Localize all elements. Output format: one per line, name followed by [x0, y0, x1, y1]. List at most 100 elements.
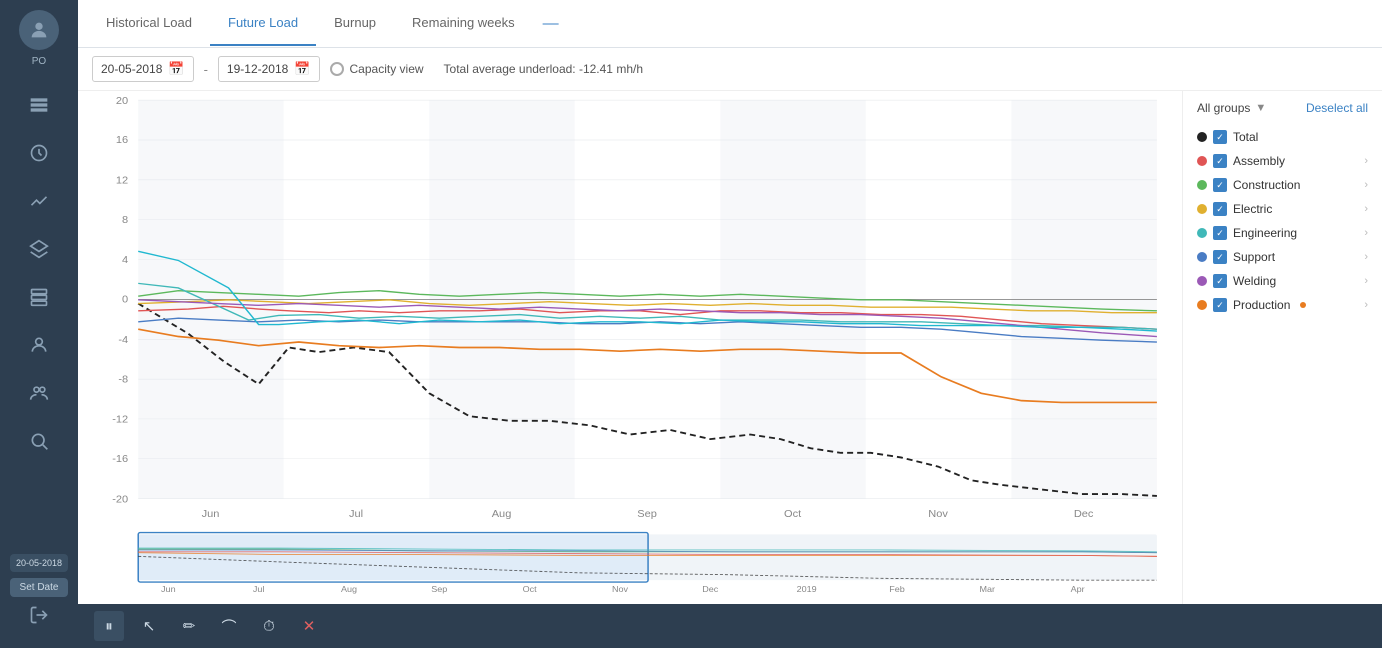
- svg-text:Sep: Sep: [431, 584, 447, 594]
- user-initials: PO: [32, 56, 46, 67]
- svg-text:Nov: Nov: [612, 584, 629, 594]
- calendar-from-icon: 📅: [168, 61, 184, 77]
- filter-icon: ▼: [1255, 102, 1266, 114]
- legend-label-welding: Welding: [1233, 274, 1276, 288]
- legend-item-engineering[interactable]: Engineering ›: [1197, 221, 1368, 245]
- date-to-value: 19-12-2018: [227, 62, 288, 76]
- tabs-bar: Historical Load Future Load Burnup Remai…: [78, 0, 1382, 48]
- svg-text:Jun: Jun: [202, 508, 220, 519]
- legend-item-total[interactable]: Total: [1197, 125, 1368, 149]
- svg-text:2019: 2019: [797, 584, 817, 594]
- legend-dot-construction: [1197, 180, 1207, 190]
- legend-checkbox-production[interactable]: [1213, 298, 1227, 312]
- legend-item-construction[interactable]: Construction ›: [1197, 173, 1368, 197]
- legend-item-support[interactable]: Support ›: [1197, 245, 1368, 269]
- arrow-tool-button[interactable]: ↖: [134, 611, 164, 641]
- legend-item-production[interactable]: Production ›: [1197, 293, 1368, 317]
- legend-checkbox-assembly[interactable]: [1213, 154, 1227, 168]
- legend-dot-total: [1197, 132, 1207, 142]
- capacity-radio[interactable]: [330, 62, 344, 76]
- legend-arrow-electric: ›: [1364, 203, 1368, 215]
- svg-text:Oct: Oct: [523, 584, 538, 594]
- svg-text:Sep: Sep: [637, 508, 657, 519]
- legend-arrow-assembly: ›: [1364, 155, 1368, 167]
- svg-text:8: 8: [122, 214, 128, 225]
- deselect-all-button[interactable]: Deselect all: [1306, 101, 1368, 115]
- svg-text:-20: -20: [112, 494, 128, 505]
- legend-label-support: Support: [1233, 250, 1275, 264]
- legend-label-engineering: Engineering: [1233, 226, 1297, 240]
- svg-text:Aug: Aug: [492, 508, 512, 519]
- tab-future-load[interactable]: Future Load: [210, 1, 316, 46]
- date-to-input[interactable]: 19-12-2018 📅: [218, 56, 320, 82]
- legend-item-electric[interactable]: Electric ›: [1197, 197, 1368, 221]
- legend-header: All groups ▼ Deselect all: [1197, 101, 1368, 115]
- legend-checkbox-engineering[interactable]: [1213, 226, 1227, 240]
- legend-arrow-engineering: ›: [1364, 227, 1368, 239]
- production-sub-dot: [1300, 302, 1306, 308]
- svg-text:Mar: Mar: [980, 584, 996, 594]
- legend-checkbox-construction[interactable]: [1213, 178, 1227, 192]
- nav-icon-search[interactable]: [17, 419, 61, 463]
- legend-label-electric: Electric: [1233, 202, 1272, 216]
- svg-text:-16: -16: [112, 453, 128, 464]
- svg-text:Dec: Dec: [702, 584, 719, 594]
- legend-panel: All groups ▼ Deselect all Total Assemb: [1182, 91, 1382, 604]
- nav-icon-layers[interactable]: [17, 227, 61, 271]
- pause-button[interactable]: ⏸: [94, 611, 124, 641]
- legend-label-total: Total: [1233, 130, 1258, 144]
- all-groups-text: All groups: [1197, 101, 1250, 115]
- tab-more[interactable]: —: [533, 7, 569, 41]
- legend-checkbox-welding[interactable]: [1213, 274, 1227, 288]
- main-chart-svg: 20 16 12 8 4 0 -4 -8 -12 -16 -20 Jun Jul…: [78, 91, 1182, 604]
- date-separator: -: [204, 62, 208, 77]
- legend-arrow-support: ›: [1364, 251, 1368, 263]
- timer-button[interactable]: ⏱: [254, 611, 284, 641]
- svg-text:Jun: Jun: [161, 584, 176, 594]
- logout-icon[interactable]: [29, 605, 49, 628]
- close-button[interactable]: ✕: [294, 611, 324, 641]
- svg-text:Apr: Apr: [1071, 584, 1085, 594]
- svg-text:Aug: Aug: [341, 584, 357, 594]
- pencil-button[interactable]: ✏: [174, 611, 204, 641]
- legend-checkbox-electric[interactable]: [1213, 202, 1227, 216]
- chart-area: 20 16 12 8 4 0 -4 -8 -12 -16 -20 Jun Jul…: [78, 91, 1382, 604]
- legend-dot-welding: [1197, 276, 1207, 286]
- tab-burnup[interactable]: Burnup: [316, 1, 394, 46]
- legend-checkbox-total[interactable]: [1213, 130, 1227, 144]
- nav-icon-stack[interactable]: [17, 275, 61, 319]
- nav-icon-user[interactable]: [17, 323, 61, 367]
- tab-historical-load[interactable]: Historical Load: [88, 1, 210, 46]
- legend-arrow-production: ›: [1364, 299, 1368, 311]
- set-date-button[interactable]: Set Date: [10, 578, 69, 597]
- svg-text:Jul: Jul: [349, 508, 363, 519]
- all-groups-label: All groups ▼: [1197, 101, 1266, 115]
- main-content: Historical Load Future Load Burnup Remai…: [78, 0, 1382, 648]
- legend-label-construction: Construction: [1233, 178, 1300, 192]
- controls-bar: 20-05-2018 📅 - 19-12-2018 📅 Capacity vie…: [78, 48, 1382, 91]
- svg-text:Feb: Feb: [889, 584, 905, 594]
- svg-text:Dec: Dec: [1074, 508, 1094, 519]
- legend-checkbox-support[interactable]: [1213, 250, 1227, 264]
- brush-button[interactable]: ⌒: [214, 611, 244, 641]
- nav-icon-chart[interactable]: [17, 179, 61, 223]
- legend-dot-electric: [1197, 204, 1207, 214]
- legend-dot-support: [1197, 252, 1207, 262]
- svg-text:-4: -4: [118, 334, 128, 345]
- legend-item-welding[interactable]: Welding ›: [1197, 269, 1368, 293]
- svg-text:-12: -12: [112, 414, 128, 425]
- legend-label-production: Production: [1233, 298, 1290, 312]
- nav-icon-group[interactable]: [17, 371, 61, 415]
- legend-item-assembly[interactable]: Assembly ›: [1197, 149, 1368, 173]
- legend-dot-engineering: [1197, 228, 1207, 238]
- sidebar: PO 20-05-2018 Set Date: [0, 0, 78, 648]
- svg-text:0: 0: [122, 294, 128, 305]
- legend-dot-production: [1197, 300, 1207, 310]
- tab-remaining-weeks[interactable]: Remaining weeks: [394, 1, 533, 46]
- legend-arrow-welding: ›: [1364, 275, 1368, 287]
- nav-icon-list[interactable]: [17, 83, 61, 127]
- nav-icon-gauge[interactable]: [17, 131, 61, 175]
- capacity-view-toggle[interactable]: Capacity view: [330, 62, 424, 76]
- date-from-input[interactable]: 20-05-2018 📅: [92, 56, 194, 82]
- svg-text:Oct: Oct: [784, 508, 801, 519]
